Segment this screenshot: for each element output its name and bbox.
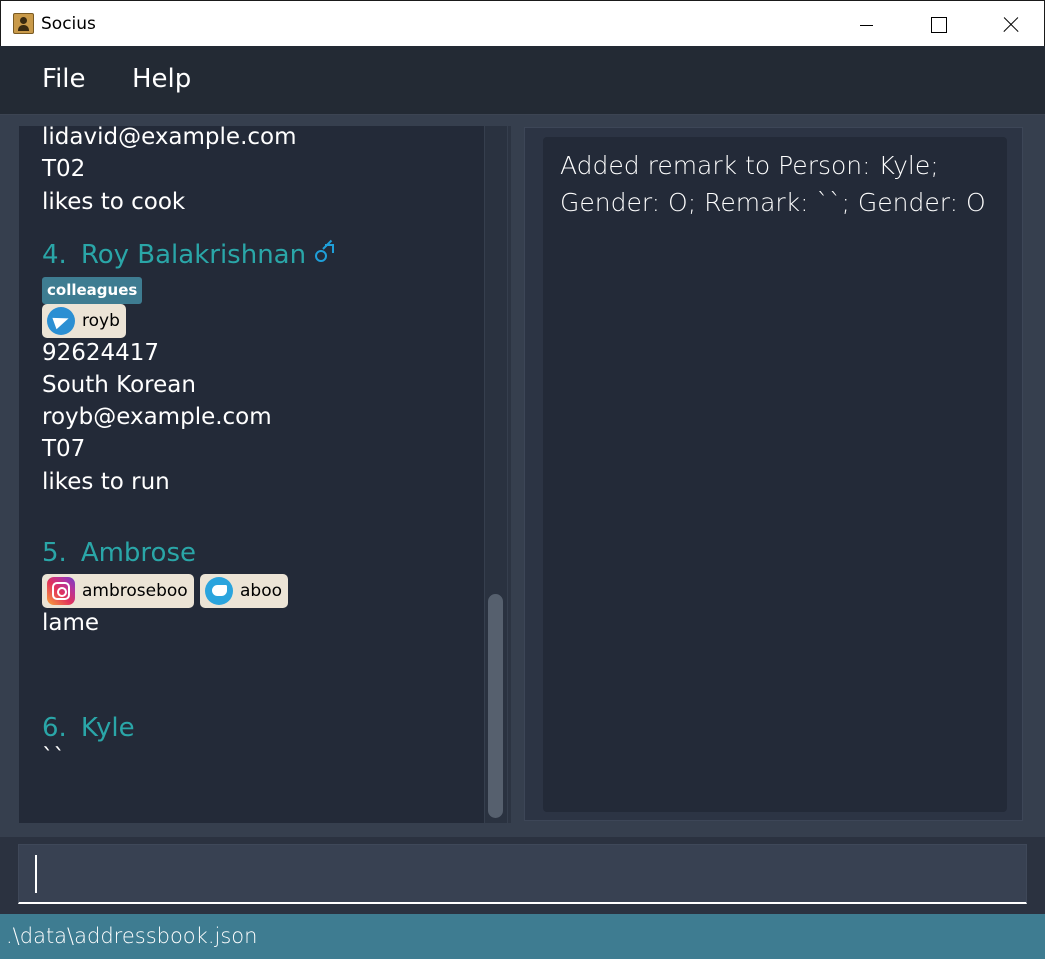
menu-file[interactable]: File xyxy=(42,64,86,94)
person-card-name[interactable]: 6. Kyle xyxy=(42,713,135,743)
text-caret xyxy=(35,855,37,893)
person-index: 6. xyxy=(42,713,67,743)
person-nationality: South Korean xyxy=(42,372,196,398)
male-icon xyxy=(314,239,335,264)
instagram-handle: ambroseboo xyxy=(82,581,188,601)
person-remark: lame xyxy=(42,610,100,636)
result-line: Gender: O; Remark: ``; Gender: O xyxy=(560,188,986,217)
status-file-path: .\data\addressbook.json xyxy=(6,924,258,948)
person-card-name[interactable]: 4. Roy Balakrishnan xyxy=(42,239,335,270)
person-index: 4. xyxy=(42,240,67,270)
person-email: lidavid@example.com xyxy=(42,124,297,150)
menu-help[interactable]: Help xyxy=(132,64,191,94)
instagram-icon xyxy=(47,577,75,605)
title-bar: Socius xyxy=(0,0,1045,46)
twitter-icon xyxy=(205,577,233,605)
minimize-button[interactable] xyxy=(831,1,901,47)
command-input[interactable] xyxy=(18,844,1027,904)
instagram-badge[interactable]: ambroseboo xyxy=(42,574,194,608)
person-name: Ambrose xyxy=(80,538,196,568)
person-name: Kyle xyxy=(80,713,135,743)
person-remark: `` xyxy=(42,745,65,771)
list-scrollbar-thumb[interactable] xyxy=(488,594,503,818)
person-card-name[interactable]: 5. Ambrose xyxy=(42,538,196,568)
twitter-handle: aboo xyxy=(240,581,283,601)
tag-badge: colleagues xyxy=(42,277,143,304)
twitter-badge[interactable]: aboo xyxy=(200,574,289,608)
person-index: 5. xyxy=(42,538,67,568)
person-tutorial: T02 xyxy=(42,156,86,182)
result-line: Added remark to Person: Kyle; xyxy=(560,151,939,180)
close-button[interactable] xyxy=(974,1,1044,47)
result-message: Added remark to Person: Kyle; Gender: O;… xyxy=(560,147,990,221)
telegram-badge[interactable]: royb xyxy=(42,304,126,338)
result-display[interactable] xyxy=(543,137,1007,812)
person-remark: likes to run xyxy=(42,469,170,495)
person-name: Roy Balakrishnan xyxy=(80,240,307,270)
person-remark: likes to cook xyxy=(42,189,186,215)
maximize-button[interactable] xyxy=(903,1,973,47)
person-tutorial: T07 xyxy=(42,436,86,462)
telegram-handle: royb xyxy=(82,311,120,331)
telegram-icon xyxy=(47,307,75,335)
window-title: Socius xyxy=(41,14,96,34)
menu-bar: File Help xyxy=(0,46,1045,115)
person-email: royb@example.com xyxy=(42,404,272,430)
split-pane-divider[interactable] xyxy=(508,126,511,823)
app-icon xyxy=(13,13,34,34)
person-phone: 92624417 xyxy=(42,340,160,366)
